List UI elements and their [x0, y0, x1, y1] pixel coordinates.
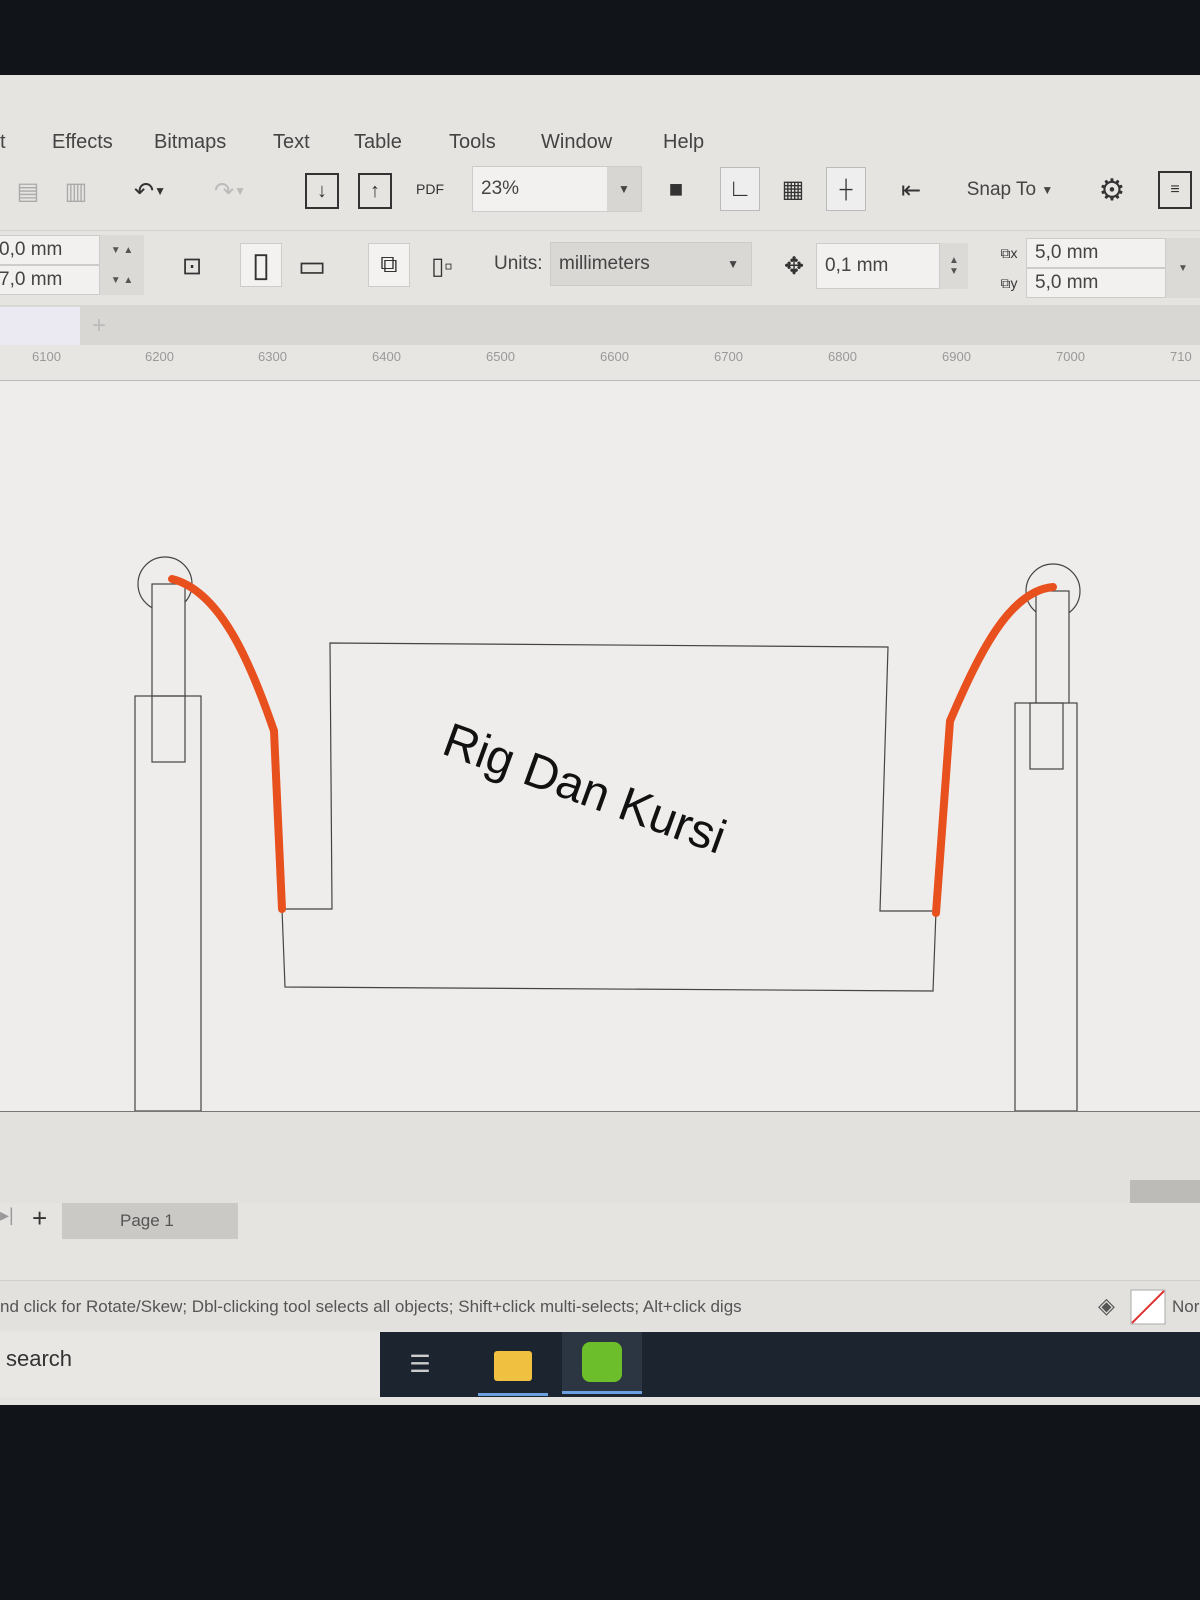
- ruler-label: 7000: [1056, 349, 1085, 364]
- nudge-distance-field[interactable]: 0,1 mm: [816, 243, 940, 289]
- ruler-label: 6500: [486, 349, 515, 364]
- undo-icon[interactable]: ↶ ▼: [120, 171, 180, 211]
- grid-icon[interactable]: ▦: [775, 169, 811, 209]
- add-page-button[interactable]: +: [32, 1203, 47, 1234]
- nudge-spinner[interactable]: ▲ ▼: [940, 243, 968, 289]
- menu-tools[interactable]: Tools: [449, 131, 496, 154]
- document-tab[interactable]: [0, 307, 80, 345]
- object-y-field[interactable]: 7,0 mm: [0, 265, 100, 295]
- guidelines-icon[interactable]: ┼: [826, 167, 866, 211]
- menu-help[interactable]: Help: [663, 131, 704, 154]
- drawing: Rig Dan Kursi: [134, 556, 1081, 1112]
- page-tab[interactable]: Page 1: [62, 1203, 238, 1239]
- standard-toolbar: ▤ ▥ ↶ ▼ ↷ ▼ ↓ ↑ PDF 23% ▼ ■ ∟ ▦ ┼ ⇤ Snap …: [0, 163, 1200, 223]
- menu-table[interactable]: Table: [354, 131, 402, 154]
- duplicate-spinner[interactable]: ▼: [1166, 238, 1200, 298]
- desktop-area: [0, 1111, 1200, 1206]
- current-page-icon[interactable]: ▯▫: [422, 246, 462, 286]
- object-x-field[interactable]: 0,0 mm: [0, 235, 100, 265]
- right-post: [1014, 702, 1078, 1112]
- ruler-label: 6300: [258, 349, 287, 364]
- duplicate-x-field[interactable]: 5,0 mm: [1026, 238, 1166, 268]
- no-outline-icon[interactable]: [1130, 1289, 1166, 1325]
- fill-icon[interactable]: ◈: [1098, 1293, 1115, 1319]
- rulers-icon[interactable]: ∟: [720, 167, 760, 211]
- duplicate-y-icon: ⧉y: [1000, 274, 1018, 291]
- new-document-plus-icon[interactable]: +: [80, 307, 118, 345]
- document-tabs: +: [0, 305, 1200, 345]
- menu-text[interactable]: Text: [273, 131, 310, 154]
- zoom-value: 23%: [481, 178, 520, 199]
- export-icon[interactable]: ↑: [358, 173, 392, 209]
- units-select[interactable]: millimeters ▼: [550, 242, 752, 286]
- ruler-label: 710: [1170, 349, 1192, 364]
- gear-icon[interactable]: ⚙: [1092, 169, 1132, 211]
- last-page-icon[interactable]: ▸|: [0, 1205, 14, 1226]
- ruler-label: 6700: [714, 349, 743, 364]
- zoom-level-select[interactable]: 23% ▼: [472, 166, 642, 212]
- left-post: [134, 695, 202, 1112]
- pdf-icon[interactable]: PDF: [410, 169, 450, 209]
- horizontal-ruler[interactable]: 6100 6200 6300 6400 6500 6600 6700 6800 …: [0, 345, 1200, 381]
- ruler-label: 6200: [145, 349, 174, 364]
- portrait-icon[interactable]: ▯: [240, 243, 282, 287]
- scrollbar-thumb[interactable]: [1130, 1180, 1200, 1204]
- full-screen-icon[interactable]: ■: [658, 171, 694, 209]
- snap-to-label: Snap To: [966, 179, 1037, 200]
- ruler-label: 6900: [942, 349, 971, 364]
- status-hint: nd click for Rotate/Skew; Dbl-clicking t…: [0, 1297, 742, 1316]
- snap-off-icon[interactable]: ⇤: [893, 171, 929, 209]
- menu-bar: t Effects Bitmaps Text Table Tools Windo…: [0, 125, 1200, 159]
- property-bar: 0,0 mm ▼ ▲ 7,0 mm ▼ ▲ ⊡ ▯ ▭ ⧉ ▯▫ Units: …: [0, 230, 1200, 305]
- app-launcher-icon[interactable]: ≡: [1158, 171, 1192, 209]
- y-spinner[interactable]: ▼ ▲: [100, 265, 144, 295]
- page-navigator: ▸| + Page 1: [0, 1203, 1200, 1243]
- drawing-canvas[interactable]: Rig Dan Kursi: [0, 381, 1200, 1112]
- chevron-down-icon: ▼: [727, 257, 739, 271]
- corel-window: t Effects Bitmaps Text Table Tools Windo…: [0, 75, 1200, 1405]
- coreldraw-taskbar-icon[interactable]: [562, 1332, 642, 1394]
- ruler-label: 6100: [32, 349, 61, 364]
- import-icon[interactable]: ↓: [305, 173, 339, 209]
- copy-icon[interactable]: ▤: [10, 171, 46, 211]
- redo-icon[interactable]: ↷ ▼: [200, 171, 260, 211]
- file-explorer-icon[interactable]: [478, 1338, 548, 1396]
- nudge-icon: ✥: [783, 252, 805, 280]
- units-label: Units:: [494, 253, 543, 274]
- ruler-label: 6800: [828, 349, 857, 364]
- all-pages-icon[interactable]: ⧉: [368, 243, 410, 287]
- transform-icon[interactable]: ⊡: [172, 246, 212, 286]
- duplicate-x-icon: ⧉x: [1000, 244, 1018, 261]
- ruler-label: 6600: [600, 349, 629, 364]
- status-bar: nd click for Rotate/Skew; Dbl-clicking t…: [0, 1280, 1200, 1330]
- ruler-label: 6400: [372, 349, 401, 364]
- duplicate-y-field[interactable]: 5,0 mm: [1026, 268, 1166, 298]
- menu-object[interactable]: t: [0, 131, 6, 154]
- chevron-down-icon[interactable]: ▼: [607, 167, 641, 211]
- landscape-icon[interactable]: ▭: [292, 246, 332, 286]
- menu-window[interactable]: Window: [541, 131, 612, 154]
- x-spinner[interactable]: ▼ ▲: [100, 235, 144, 265]
- paste-icon[interactable]: ▥: [58, 171, 94, 211]
- snap-to-dropdown[interactable]: Snap To ▼: [950, 171, 1070, 209]
- menu-bitmaps[interactable]: Bitmaps: [154, 131, 226, 154]
- taskbar-search[interactable]: search: [0, 1332, 380, 1397]
- menu-effects[interactable]: Effects: [52, 131, 113, 154]
- fill-status: Nor: [1172, 1297, 1200, 1316]
- task-view-icon[interactable]: ☰: [400, 1344, 440, 1384]
- taskbar: search ☰: [0, 1332, 1200, 1397]
- canvas-text[interactable]: Rig Dan Kursi: [436, 714, 732, 865]
- units-value: millimeters: [559, 253, 650, 274]
